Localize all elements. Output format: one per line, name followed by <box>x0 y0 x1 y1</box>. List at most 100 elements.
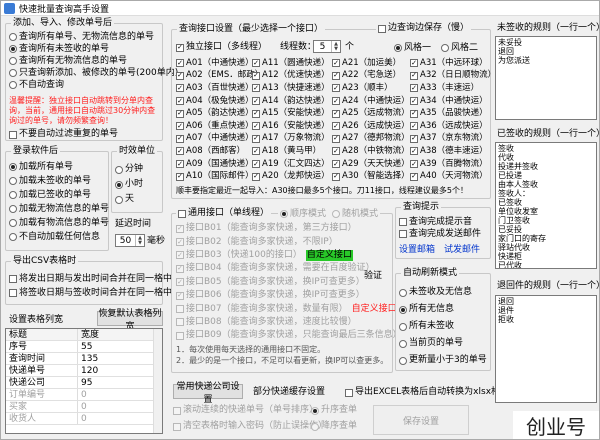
general-interface-6[interactable]: ✓ 接口B06 （能查询多家快递，换IP可查更多） <box>176 289 402 302</box>
csv-option-1[interactable]: 将发出日期与发出时间合并在同一格中 <box>9 272 172 286</box>
interface-2[interactable]: ✓ A02（EMS．邮政） <box>176 70 263 83</box>
returned-rules-textarea[interactable]: 退回 退件 拒收 <box>495 295 597 403</box>
interface-22[interactable]: ✓ A22（宅急送） <box>332 70 410 83</box>
reset-columns-button[interactable]: 恢复默认表格列宽 <box>97 309 163 332</box>
time-unit-option-3[interactable]: 天 <box>115 192 143 207</box>
interface-21[interactable]: ✓ A21（加运美） <box>332 57 410 70</box>
interface-7[interactable]: ✓ A07（中通快递） <box>176 133 263 146</box>
login-option-3[interactable]: 加载已签收的单号 <box>9 188 109 202</box>
column-width-cell[interactable]: 0 <box>78 401 144 412</box>
query-tip-1[interactable]: 查询完成提示音 <box>399 216 481 228</box>
interface-11[interactable]: ✓ A11（圆通快递） <box>252 57 330 70</box>
interface-32[interactable]: ✓ A32（日日顺物流） <box>410 70 496 83</box>
add-import-option-3[interactable]: 查询所有无物流信息的单号 <box>9 55 178 67</box>
interface-25[interactable]: ✓ A25（远成物流） <box>332 107 410 120</box>
interface-12[interactable]: ✓ A12（优速快递） <box>252 70 330 83</box>
time-unit-option-2[interactable]: 小时 <box>115 177 143 192</box>
column-width-cell[interactable]: 135 <box>78 353 144 364</box>
interface-40[interactable]: ✓ A40（天河物流） <box>410 170 496 183</box>
table-row[interactable]: 订单编号 0 <box>6 389 162 401</box>
column-width-cell[interactable]: 0 <box>78 389 144 400</box>
mode-option-2[interactable]: 随机模式 <box>332 208 378 220</box>
descending-radio[interactable]: 降序查单 <box>311 421 357 432</box>
interface-33[interactable]: ✓ A33（丰速运） <box>410 82 496 95</box>
table-row[interactable]: 收货人 0 <box>6 413 162 425</box>
interface-29[interactable]: ✓ A29（天天快递） <box>332 158 410 171</box>
interface-8[interactable]: ✓ A08（西邮客） <box>176 145 263 158</box>
interface-36[interactable]: ✓ A36（远成快运） <box>410 120 496 133</box>
interface-9[interactable]: ✓ A09（国通快递） <box>176 158 263 171</box>
column-width-cell[interactable]: 55 <box>78 341 144 352</box>
threads-spinner[interactable]: 5 ▲ ▼ <box>313 40 341 53</box>
add-import-option-1[interactable]: 查询所有单号、无物流信息的单号 <box>9 31 178 43</box>
interface-1[interactable]: ✓ A01（中通快递） <box>176 57 263 70</box>
export-xlsx-checkbox[interactable]: 导出EXCEL表格后自动转换为xlsx格式 <box>345 387 509 398</box>
interface-31[interactable]: ✓ A31（中远环球） <box>410 57 496 70</box>
signed-rules-textarea[interactable]: 签收 代收 投递并签收 已投递 由本人签收 签收人： 已签收 单位收发室 门卫签收 已妥投 家门口的… <box>495 142 597 269</box>
column-width-cell[interactable]: 0 <box>78 413 144 424</box>
ascending-radio[interactable]: 升序查单 <box>311 405 357 416</box>
time-unit-option-1[interactable]: 分钟 <box>115 162 143 177</box>
interface-38[interactable]: ✓ A38（德丰速运） <box>410 145 496 158</box>
interface-15[interactable]: ✓ A15（安能快递） <box>252 107 330 120</box>
column-width-cell[interactable]: 95 <box>78 377 144 388</box>
login-option-2[interactable]: 加载未签收的单号 <box>9 174 109 188</box>
unsigned-rules-textarea[interactable]: 未妥投 退回 为您派送 <box>495 36 597 120</box>
general-interface-8[interactable]: 接口B08 （能查询多家快递，速度比较慢） <box>176 316 402 329</box>
general-interface-1[interactable]: ✓ 接口B01 （能查询多家快递，第三方接口） <box>176 222 402 235</box>
test-email-link[interactable]: 试发邮件 <box>444 245 480 256</box>
style-option-2[interactable]: 风格二 <box>441 42 478 54</box>
login-option-1[interactable]: 加载所有单号 <box>9 160 109 174</box>
add-import-option-5[interactable]: 不自动查询 <box>9 79 178 91</box>
save-settings-button[interactable]: 保存设置 <box>373 405 469 435</box>
interface-16[interactable]: ✓ A16（安能快递） <box>252 120 330 133</box>
general-interface-9[interactable]: 接口B09 （能查询多家快递，只能查询最后三条信息） <box>176 329 402 342</box>
general-interface-7[interactable]: 接口B07 （能查询多家快递，数量有限） 自定义接口 <box>176 302 402 315</box>
general-interface-3[interactable]: ✓ 接口B03 （快递100的接口） 自定义接口 <box>176 249 402 262</box>
refresh-option-2[interactable]: 所有无信息 <box>399 301 487 318</box>
general-interface-2[interactable]: ✓ 接口B02 （能查询多家快递，不限IP） <box>176 235 402 248</box>
csv-option-2[interactable]: 将签收日期与签收时间合并在同一格中 <box>9 286 172 300</box>
login-option-5[interactable]: 加载有物流信息的单号 <box>9 216 109 230</box>
table-row[interactable]: 序号 55 <box>6 341 162 353</box>
mode-option-1[interactable]: 顺序模式 <box>280 208 326 220</box>
scroll-continuous-checkbox[interactable]: 滚动连续的快递单号（单号排序） <box>173 405 318 416</box>
interface-20[interactable]: ✓ A20（龙邦快运） <box>252 170 330 183</box>
clear-password-checkbox[interactable]: 清空表格时输入密码（防止误操作） <box>173 421 327 432</box>
interface-24[interactable]: ✓ A24（中通快运） <box>332 95 410 108</box>
verify-label[interactable]: 验证 <box>364 271 382 282</box>
table-scrollbar[interactable] <box>153 329 162 433</box>
no-auto-add-checkbox[interactable]: 不要自动过滤重复的单号 <box>9 129 118 140</box>
common-courier-button[interactable]: 常用快递公司设置 <box>173 382 243 405</box>
interface-13[interactable]: ✓ A13（快捷速递） <box>252 82 330 95</box>
general-interface-checkbox[interactable]: 通用接口（单线程） <box>176 208 272 219</box>
interface-34[interactable]: ✓ A34（中通快运） <box>410 95 496 108</box>
interface-30[interactable]: ✓ A30（智能选择） <box>332 170 410 183</box>
add-import-option-4[interactable]: 只查询新添加、被修改的单号(200单内) <box>9 67 178 79</box>
cache-settings-label[interactable]: 部分快递缓存设置 <box>253 387 325 398</box>
refresh-option-3[interactable]: 所有未签收 <box>399 318 487 335</box>
refresh-option-1[interactable]: 未签收及无信息 <box>399 284 487 301</box>
interface-27[interactable]: ✓ A27（德邦物流） <box>332 133 410 146</box>
edge-save-checkbox[interactable]: 边查询边保存（慢） <box>376 23 472 34</box>
query-tip-2[interactable]: 查询完成发送邮件 <box>399 228 481 240</box>
style-option-1[interactable]: 风格一 <box>394 42 431 54</box>
interface-35[interactable]: ✓ A35（品骏快递） <box>410 107 496 120</box>
interface-19[interactable]: ✓ A19（汇文四达） <box>252 158 330 171</box>
table-row[interactable]: 查询时间 135 <box>6 353 162 365</box>
independent-interface-checkbox[interactable]: ✓ 独立接口（多线程） <box>176 42 267 53</box>
delay-spinner[interactable]: 50 ▲ ▼ <box>115 234 145 247</box>
table-row[interactable]: 买家 0 <box>6 401 162 413</box>
refresh-option-5[interactable]: 更新量小于3的单号 <box>399 352 487 369</box>
interface-14[interactable]: ✓ A14（韵达快递） <box>252 95 330 108</box>
interface-6[interactable]: ✓ A06（重点快递） <box>176 120 263 133</box>
custom-interface-button-2[interactable]: 自定义接口 <box>352 304 397 315</box>
set-email-link[interactable]: 设置邮箱 <box>399 245 435 256</box>
add-import-option-2[interactable]: 查询所有未签收的单号 <box>9 43 178 55</box>
refresh-option-4[interactable]: 当前页的单号 <box>399 335 487 352</box>
interface-3[interactable]: ✓ A03（百世快递） <box>176 82 263 95</box>
column-width-cell[interactable]: 120 <box>78 365 144 376</box>
table-row[interactable]: 快递单号 120 <box>6 365 162 377</box>
interface-37[interactable]: ✓ A37（京东物流） <box>410 133 496 146</box>
interface-5[interactable]: ✓ A05（韵达快递） <box>176 107 263 120</box>
